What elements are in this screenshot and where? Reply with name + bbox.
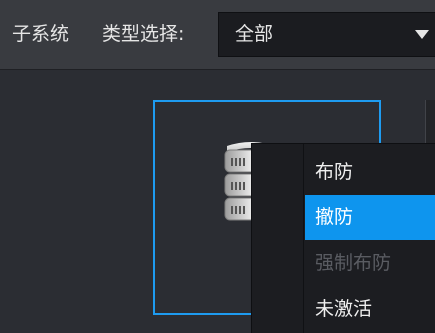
app-window: 子系统 类型选择: 全部 布防 撤防 强制布防 未激活 bbox=[0, 0, 435, 333]
device-context-menu: 布防 撤防 强制布防 未激活 bbox=[251, 143, 435, 333]
menu-icon-gutter bbox=[252, 144, 304, 333]
menu-item-arm[interactable]: 布防 bbox=[305, 150, 435, 195]
filter-bar: 子系统 类型选择: 全部 bbox=[0, 0, 435, 69]
type-select-value: 全部 bbox=[235, 23, 274, 45]
type-select-label: 类型选择: bbox=[102, 23, 185, 45]
caret-down-icon[interactable] bbox=[415, 30, 429, 39]
menu-item-force-arm: 强制布防 bbox=[315, 252, 392, 274]
subsystem-label: 子系统 bbox=[12, 23, 70, 45]
menu-item-inactive[interactable]: 未激活 bbox=[305, 287, 435, 332]
menu-item-disarm[interactable]: 撤防 bbox=[305, 195, 435, 240]
divider bbox=[0, 69, 435, 70]
type-select-dropdown[interactable]: 全部 bbox=[218, 12, 435, 57]
